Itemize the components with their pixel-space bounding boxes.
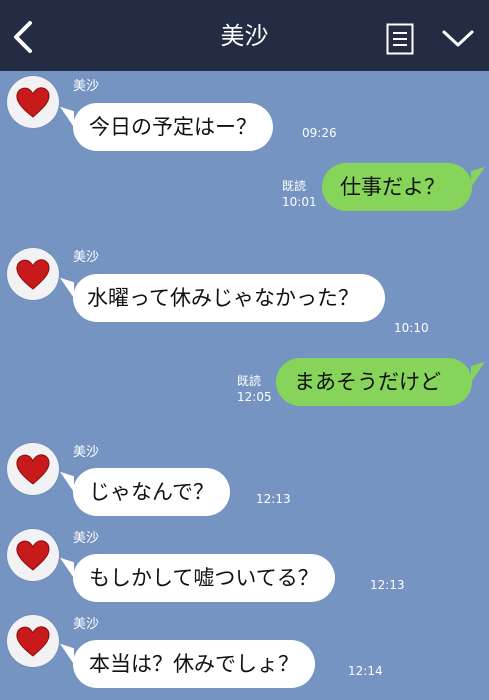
avatar[interactable]: [7, 529, 59, 581]
chevron-down-icon: [442, 30, 474, 47]
message-time: 12:05: [237, 390, 272, 404]
chat-title: 美沙: [220, 22, 269, 50]
heart-icon: [16, 454, 50, 485]
message-bubble[interactable]: 本当は？休みでしょ？: [73, 640, 315, 688]
expand-button[interactable]: [441, 28, 475, 50]
avatar[interactable]: [7, 615, 59, 667]
message-time: 12:13: [256, 492, 291, 506]
heart-icon: [16, 259, 50, 290]
message-bubble[interactable]: 水曜って休みじゃなかった？: [73, 274, 385, 322]
message-time: 12:14: [348, 664, 383, 678]
message-bubble[interactable]: 今日の予定はー？: [73, 103, 273, 151]
heart-icon: [16, 540, 50, 571]
read-receipt: 既読: [237, 374, 262, 388]
menu-button[interactable]: [386, 23, 414, 55]
list-icon: [386, 23, 414, 55]
sender-name: 美沙: [73, 445, 100, 460]
message-time: 12:13: [370, 578, 405, 592]
sender-name: 美沙: [73, 250, 100, 265]
avatar[interactable]: [7, 76, 59, 128]
message-time: 09:26: [302, 126, 337, 140]
avatar[interactable]: [7, 443, 59, 495]
message-time: 10:10: [394, 321, 429, 335]
avatar[interactable]: [7, 248, 59, 300]
sender-name: 美沙: [73, 531, 100, 546]
message-bubble[interactable]: 仕事だよ？: [322, 163, 472, 211]
sender-name: 美沙: [73, 617, 100, 632]
message-bubble[interactable]: じゃなんで？: [73, 468, 230, 516]
heart-icon: [16, 87, 50, 118]
message-bubble[interactable]: もしかして嘘ついてる？: [73, 554, 335, 602]
heart-icon: [16, 626, 50, 657]
message-time: 10:01: [282, 195, 317, 209]
message-bubble[interactable]: まあそうだけど: [276, 358, 472, 406]
chat-header: 美沙: [0, 0, 489, 71]
sender-name: 美沙: [73, 79, 100, 94]
read-receipt: 既読: [282, 179, 307, 193]
